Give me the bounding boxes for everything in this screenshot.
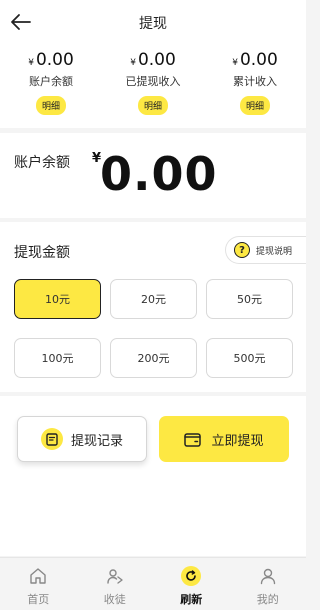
withdraw-now-button[interactable]: 立即提现 [159,416,289,462]
withdraw-amount-section: 提现金额 ? 提现说明 10元 20元 50元 100元 200元 500元 [0,222,306,392]
tab-label: 刷新 [180,593,203,606]
withdraw-help-button[interactable]: ? 提现说明 [225,236,306,264]
stat-amount: 0.00 [35,50,74,70]
stat-amount: 0.00 [239,50,278,70]
amount-option-20[interactable]: 20元 [110,279,197,319]
stat-label: 已提现收入 [125,75,181,88]
detail-button[interactable]: 明细 [35,96,66,115]
tab-label: 我的 [256,593,279,606]
amount-option-100[interactable]: 100元 [14,338,101,378]
amount-title: 提现金额 [14,245,70,261]
tab-mine[interactable]: 我的 [230,558,307,610]
stat-amount: 0.00 [137,50,176,70]
stat-value: ¥ 0.00 [130,50,176,70]
stat-value: ¥ 0.00 [28,50,74,70]
stat-value: ¥ 0.00 [232,50,278,70]
stat-account-balance: ¥ 0.00 账户余额 明细 [0,44,102,128]
bottom-tab-bar: 首页 收徒 刷新 我的 [0,557,306,610]
withdraw-label: 立即提现 [211,433,264,449]
amount-option-200[interactable]: 200元 [110,338,197,378]
stat-withdrawn-income: ¥ 0.00 已提现收入 明细 [102,44,204,128]
stat-label: 累计收入 [233,75,277,88]
balance-amount: 0.00 [100,147,218,201]
header-bar: 提现 [0,0,306,44]
balance-panel: 账户余额 ¥ 0.00 [0,133,306,218]
amount-option-500[interactable]: 500元 [206,338,293,378]
detail-button[interactable]: 明细 [137,96,168,115]
refresh-icon [180,565,202,587]
action-area: 提现记录 立即提现 [0,396,306,556]
wallet-icon [184,432,202,447]
share-icon [104,565,126,587]
tab-label: 首页 [27,593,50,606]
currency-symbol: ¥ [28,58,34,68]
stat-total-income: ¥ 0.00 累计收入 明细 [204,44,306,128]
tab-label: 收徒 [103,593,126,606]
detail-button[interactable]: 明细 [239,96,270,115]
refresh-badge [181,566,202,586]
tab-home[interactable]: 首页 [0,558,77,610]
withdraw-record-button[interactable]: 提现记录 [17,416,147,462]
amount-option-10[interactable]: 10元 [14,279,101,319]
user-icon [257,565,279,587]
currency-symbol: ¥ [232,58,238,68]
question-icon: ? [234,242,250,258]
stat-label: 账户余额 [29,75,73,88]
record-label: 提现记录 [70,433,123,449]
balance-label: 账户余额 [14,155,70,171]
income-stats: ¥ 0.00 账户余额 明细 ¥ 0.00 已提现收入 明细 ¥ 0.00 累计… [0,44,306,128]
tab-refresh[interactable]: 刷新 [153,558,230,610]
home-icon [27,565,49,587]
page-title: 提现 [139,16,167,32]
help-label: 提现说明 [256,246,293,257]
currency-symbol: ¥ [130,58,136,68]
tab-recruit[interactable]: 收徒 [77,558,154,610]
amount-option-50[interactable]: 50元 [206,279,293,319]
record-icon [40,428,63,450]
